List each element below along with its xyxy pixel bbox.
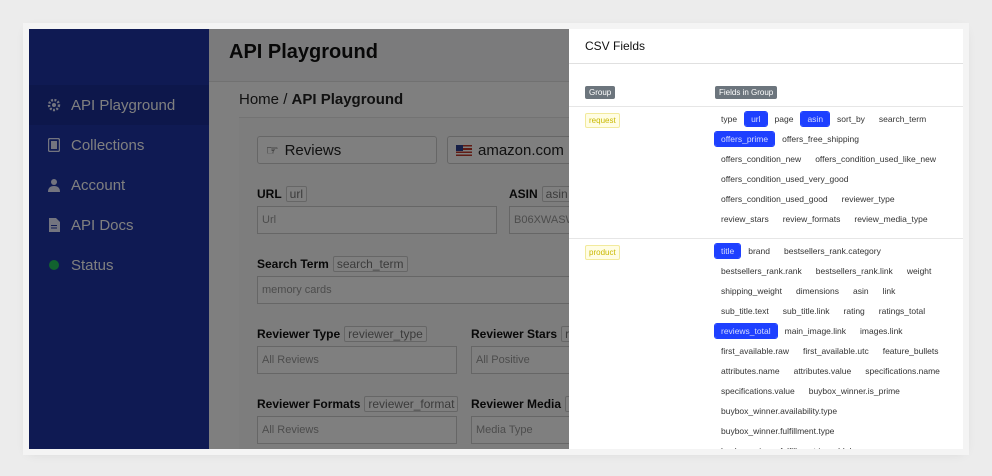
- field-chip[interactable]: search_term: [873, 112, 932, 126]
- field-chip[interactable]: weight: [901, 264, 938, 278]
- group-badge: product: [585, 245, 620, 260]
- field-chip[interactable]: review_media_type: [848, 212, 933, 226]
- field-chip[interactable]: ratings_total: [873, 304, 931, 318]
- field-chip[interactable]: shipping_weight: [715, 284, 788, 298]
- field-chip[interactable]: offers_prime: [713, 131, 776, 147]
- field-chip[interactable]: buybox_winner.fulfillment.type: [715, 424, 840, 438]
- field-chip[interactable]: page: [769, 112, 800, 126]
- field-chip[interactable]: sub_title.link: [777, 304, 836, 318]
- field-chip[interactable]: specifications.value: [715, 384, 801, 398]
- field-chip[interactable]: review_stars: [715, 212, 775, 226]
- group-row-product: product title brand bestsellers_rank.categ…: [569, 238, 963, 449]
- field-chip[interactable]: first_available.utc: [797, 344, 875, 358]
- field-list: title brand bestsellers_rank.categorybests…: [713, 241, 959, 449]
- field-list: type url page asin sort_by search_term offers_…: [713, 109, 959, 229]
- field-chip[interactable]: asin: [847, 284, 875, 298]
- csv-fields-drawer: CSV Fields Group Fields in Group request…: [569, 29, 963, 449]
- field-chip[interactable]: sort_by: [831, 112, 871, 126]
- field-chip[interactable]: asin: [800, 111, 831, 127]
- field-chip[interactable]: url: [744, 111, 768, 127]
- field-chip[interactable]: specifications.name: [859, 364, 946, 378]
- field-chip[interactable]: images.link: [854, 324, 909, 338]
- field-chip[interactable]: attributes.name: [715, 364, 786, 378]
- field-chip[interactable]: sub_title.text: [715, 304, 775, 318]
- field-chip[interactable]: bestsellers_rank.link: [810, 264, 899, 278]
- group-column-header: Group: [585, 86, 616, 99]
- field-chip[interactable]: buybox_winner.is_prime: [803, 384, 906, 398]
- field-chip[interactable]: bestsellers_rank.rank: [715, 264, 808, 278]
- field-chip[interactable]: offers_free_shipping: [776, 132, 865, 146]
- field-chip[interactable]: buybox_winner.fulfillment.is_sold_by_ama…: [715, 444, 899, 449]
- field-chip[interactable]: buybox_winner.availability.type: [715, 404, 843, 418]
- drawer-title: CSV Fields: [569, 29, 963, 64]
- field-chip[interactable]: dimensions: [790, 284, 845, 298]
- field-chip[interactable]: brand: [742, 244, 776, 258]
- field-chip[interactable]: review_formats: [777, 212, 847, 226]
- field-chip[interactable]: first_available.raw: [715, 344, 795, 358]
- field-chip[interactable]: link: [877, 284, 902, 298]
- field-chip[interactable]: offers_condition_used_good: [715, 192, 834, 206]
- field-chip[interactable]: reviews_total: [714, 323, 778, 339]
- field-chip[interactable]: main_image.link: [779, 324, 852, 338]
- fields-column-header: Fields in Group: [715, 86, 778, 99]
- field-chip[interactable]: feature_bullets: [877, 344, 945, 358]
- app-window: API Playground Collections Account API D…: [29, 29, 963, 449]
- group-row-request: request type url page asin sort_by search_ter…: [569, 106, 963, 239]
- field-chip[interactable]: type: [715, 112, 743, 126]
- field-chip[interactable]: offers_condition_new: [715, 152, 807, 166]
- modal-backdrop[interactable]: [29, 29, 569, 449]
- field-chip[interactable]: title: [713, 243, 742, 259]
- field-chip[interactable]: bestsellers_rank.category: [778, 244, 887, 258]
- field-chip[interactable]: rating: [838, 304, 871, 318]
- field-chip[interactable]: reviewer_type: [836, 192, 901, 206]
- field-chip[interactable]: offers_condition_used_like_new: [809, 152, 942, 166]
- group-badge: request: [585, 113, 620, 128]
- field-chip[interactable]: offers_condition_used_very_good: [715, 172, 854, 186]
- field-chip[interactable]: attributes.value: [788, 364, 858, 378]
